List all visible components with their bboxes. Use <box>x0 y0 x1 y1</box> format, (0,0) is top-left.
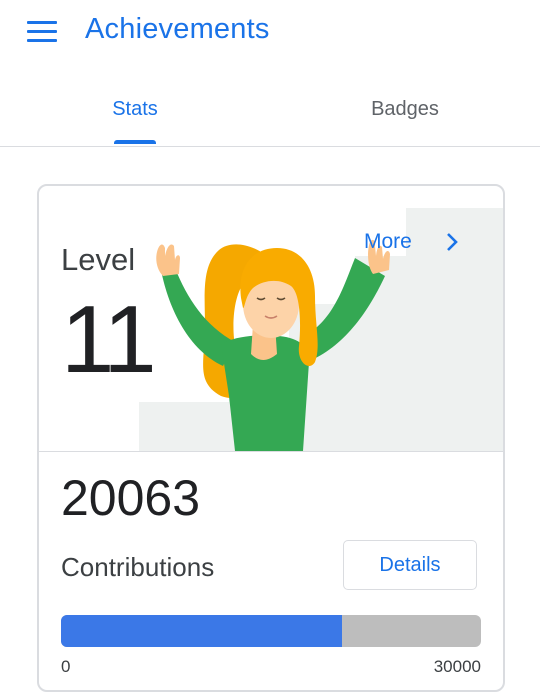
level-value: 11 <box>61 286 157 393</box>
tab-badges[interactable]: Badges <box>270 78 540 146</box>
contributions-label: Contributions <box>61 552 215 582</box>
details-button[interactable]: Details <box>343 540 477 590</box>
progress-min-label: 0 <box>61 657 71 676</box>
app-bar: Achievements <box>0 0 540 64</box>
level-label: Level <box>61 242 136 277</box>
progress-bar-fill <box>61 615 342 647</box>
contributions-count: 20063 <box>61 470 201 526</box>
chevron-right-icon[interactable] <box>442 232 462 252</box>
selected-tab-indicator <box>114 140 156 144</box>
tab-bar: Stats Badges <box>0 78 540 147</box>
more-link[interactable]: More <box>364 230 412 254</box>
page-title: Achievements <box>85 13 270 45</box>
tab-stats[interactable]: Stats <box>0 78 270 146</box>
level-card: Level 11 More 20063 Contributions Detail… <box>37 184 505 692</box>
hamburger-menu-icon[interactable] <box>27 20 57 44</box>
level-hero: Level 11 More <box>39 186 503 452</box>
contributions-progress-bar <box>61 615 481 647</box>
progress-max-label: 30000 <box>433 657 481 676</box>
